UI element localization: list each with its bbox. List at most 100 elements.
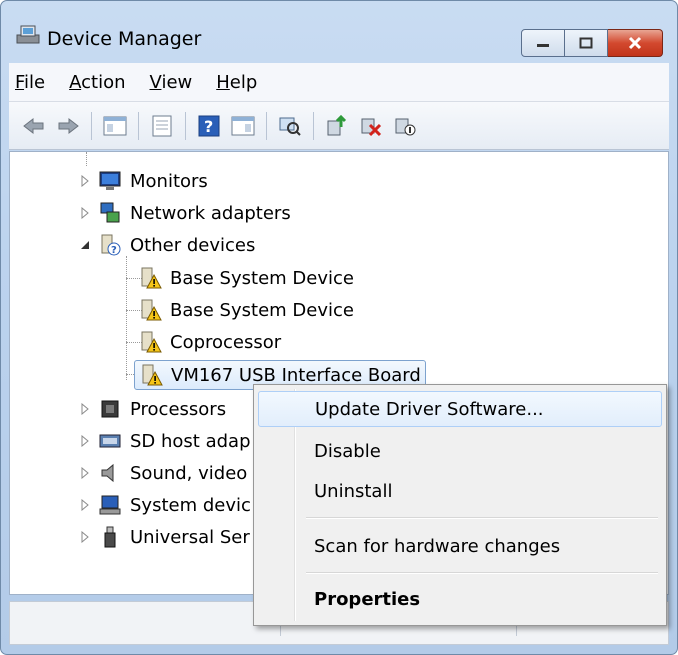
tree-item-network-adapters[interactable]: Network adapters <box>78 199 291 227</box>
collapse-arrow-icon[interactable] <box>78 238 92 252</box>
tree-item-coprocessor[interactable]: Coprocessor <box>138 328 281 356</box>
menu-file-label: ile <box>24 71 46 93</box>
toolbar-separator <box>266 111 267 140</box>
tree-item-sd-host-adapters[interactable]: SD host adap <box>78 427 251 455</box>
menu-file[interactable]: File <box>9 72 55 93</box>
menu-item-label: Uninstall <box>314 480 393 502</box>
help-button[interactable]: ? <box>196 113 222 139</box>
minimize-button[interactable] <box>521 29 565 57</box>
title-bar[interactable]: Device Manager <box>1 1 677 61</box>
menu-separator <box>306 572 658 574</box>
menu-help-accel: H <box>216 71 230 93</box>
system-device-icon <box>99 495 121 515</box>
tree-item-label: System devic <box>130 494 251 516</box>
menu-view[interactable]: View <box>144 72 203 93</box>
action-pane-button[interactable] <box>230 113 256 139</box>
warning-device-icon <box>142 364 163 386</box>
show-hide-console-tree-icon <box>103 116 127 135</box>
tree-line <box>126 256 127 380</box>
speaker-icon <box>101 463 114 483</box>
tree-item-label: Coprocessor <box>170 331 282 353</box>
menu-item-label: Properties <box>314 588 421 610</box>
monitor-icon <box>99 171 121 190</box>
uninstall-button[interactable] <box>358 113 384 139</box>
minimize-icon <box>537 44 549 47</box>
tree-item-base-system-device[interactable]: Base System Device <box>138 296 354 324</box>
tree-item-system-devices[interactable]: System devic <box>78 491 251 519</box>
tree-item-label: SD host adap <box>130 430 251 452</box>
disable-device-icon <box>395 118 416 135</box>
scan-hardware-button[interactable] <box>277 113 303 139</box>
menu-item-disable[interactable]: Disable <box>258 433 662 469</box>
svg-text:?: ? <box>204 117 213 136</box>
back-button[interactable] <box>21 113 47 139</box>
menu-item-label: Disable <box>314 440 381 462</box>
menu-help-label: elp <box>229 71 258 93</box>
tree-item-universal-serial-bus[interactable]: Universal Ser <box>78 523 250 551</box>
usb-plug-icon <box>104 526 116 548</box>
expand-arrow-icon[interactable] <box>78 434 92 448</box>
window-title: Device Manager <box>47 28 202 50</box>
menu-item-label: Update Driver Software... <box>315 398 544 420</box>
unknown-device-icon: ? <box>101 234 121 256</box>
tree-item-processors[interactable]: Processors <box>78 395 226 423</box>
expand-arrow-icon[interactable] <box>78 174 92 188</box>
network-adapter-icon <box>100 202 120 223</box>
close-button[interactable] <box>608 29 663 57</box>
menu-action-accel: A <box>69 71 82 93</box>
menu-separator <box>306 517 658 519</box>
forward-arrow-icon <box>58 117 79 134</box>
expand-arrow-icon[interactable] <box>78 498 92 512</box>
tree-item-label: Other devices <box>130 234 256 256</box>
properties-button[interactable] <box>149 113 175 139</box>
uninstall-icon <box>361 118 382 136</box>
tree-item-label: Base System Device <box>170 267 354 289</box>
tree-item-base-system-device[interactable]: Base System Device <box>138 264 354 292</box>
context-menu: Update Driver Software... Disable Uninst… <box>253 384 667 626</box>
back-arrow-icon <box>23 117 44 134</box>
menu-file-accel: F <box>15 71 25 93</box>
menu-item-properties[interactable]: Properties <box>258 581 662 617</box>
forward-button[interactable] <box>55 113 81 139</box>
maximize-button[interactable] <box>565 29 608 57</box>
warning-device-icon <box>141 267 162 289</box>
expand-arrow-icon[interactable] <box>78 530 92 544</box>
menu-item-update-driver[interactable]: Update Driver Software... <box>258 391 662 427</box>
tree-item-label: Base System Device <box>170 299 354 321</box>
expand-arrow-icon[interactable] <box>78 466 92 480</box>
disable-device-button[interactable] <box>392 113 418 139</box>
tree-item-sound-video[interactable]: Sound, video <box>78 459 247 487</box>
scan-hardware-icon <box>279 117 301 136</box>
action-pane-icon <box>231 116 255 135</box>
update-driver-button[interactable] <box>324 113 350 139</box>
toolbar-separator <box>185 111 186 140</box>
processor-icon <box>101 400 119 418</box>
menu-action[interactable]: Action <box>63 72 135 93</box>
menu-bar: File Action View Help <box>9 63 669 102</box>
warning-device-icon <box>141 299 162 321</box>
tree-item-label: Universal Ser <box>130 526 250 548</box>
maximize-icon <box>579 37 593 49</box>
tree-item-other-devices[interactable]: ? Other devices <box>78 231 255 259</box>
menu-item-uninstall[interactable]: Uninstall <box>258 473 662 509</box>
device-manager-icon <box>16 25 40 44</box>
menu-view-accel: V <box>149 71 162 93</box>
toolbar-separator <box>138 111 139 140</box>
tree-item-label: Monitors <box>130 170 208 192</box>
expand-arrow-icon[interactable] <box>78 402 92 416</box>
tree-item-monitors[interactable]: Monitors <box>78 167 208 195</box>
menu-item-scan-hardware[interactable]: Scan for hardware changes <box>258 528 662 564</box>
menu-item-label: Scan for hardware changes <box>314 535 561 557</box>
toolbar-separator <box>91 111 92 140</box>
close-icon <box>628 36 642 50</box>
tree-item-label: Sound, video <box>130 462 248 484</box>
expand-arrow-icon[interactable] <box>78 206 92 220</box>
sd-host-adapter-icon <box>99 434 121 448</box>
menu-help[interactable]: Help <box>210 72 267 93</box>
warning-device-icon <box>141 331 162 353</box>
caption-buttons <box>521 29 663 57</box>
toolbar: ? <box>9 102 669 150</box>
tree-item-label: VM167 USB Interface Board <box>171 364 421 386</box>
properties-icon <box>152 115 172 136</box>
show-hide-tree-button[interactable] <box>102 113 128 139</box>
